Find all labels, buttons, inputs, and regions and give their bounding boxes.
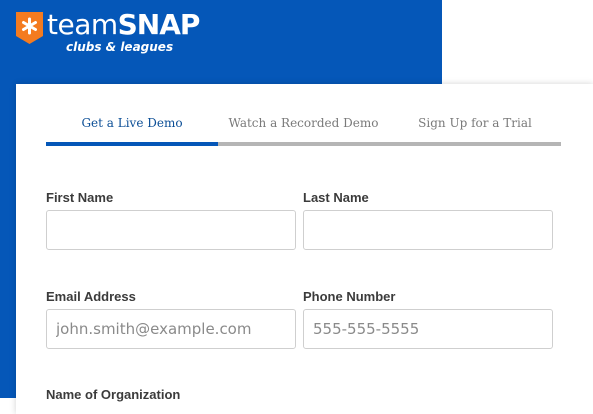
brand-name-light: team	[47, 8, 118, 41]
tab-label: Watch a Recorded Demo	[228, 116, 379, 130]
tab-trial-signup[interactable]: Sign Up for a Trial	[389, 111, 561, 146]
organization-label: Name of Organization	[46, 387, 181, 402]
tab-label: Sign Up for a Trial	[418, 116, 532, 130]
email-field[interactable]	[46, 309, 296, 349]
tab-label: Get a Live Demo	[81, 116, 183, 130]
tab-underline	[389, 142, 561, 146]
first-name-label: First Name	[46, 190, 114, 205]
brand-tagline: clubs & leagues	[66, 40, 174, 54]
last-name-input[interactable]	[303, 210, 553, 250]
tab-recorded-demo[interactable]: Watch a Recorded Demo	[218, 111, 389, 146]
tab-live-demo[interactable]: Get a Live Demo	[46, 111, 218, 146]
tab-underline	[46, 142, 218, 146]
first-name-input[interactable]	[46, 210, 296, 250]
phone-field[interactable]	[303, 309, 553, 349]
demo-form-card: Get a Live Demo Watch a Recorded Demo Si…	[16, 84, 593, 414]
brand-name-bold: SNAP	[117, 8, 201, 41]
tab-underline	[218, 142, 389, 146]
teamsnap-logo[interactable]: teamSNAP clubs & leagues	[16, 8, 200, 58]
email-label: Email Address	[46, 289, 136, 304]
demo-tabs: Get a Live Demo Watch a Recorded Demo Si…	[46, 111, 561, 146]
phone-label: Phone Number	[303, 289, 396, 304]
asterisk-badge-icon	[16, 12, 43, 44]
last-name-label: Last Name	[303, 190, 369, 205]
brand-name: teamSNAP	[47, 8, 201, 42]
